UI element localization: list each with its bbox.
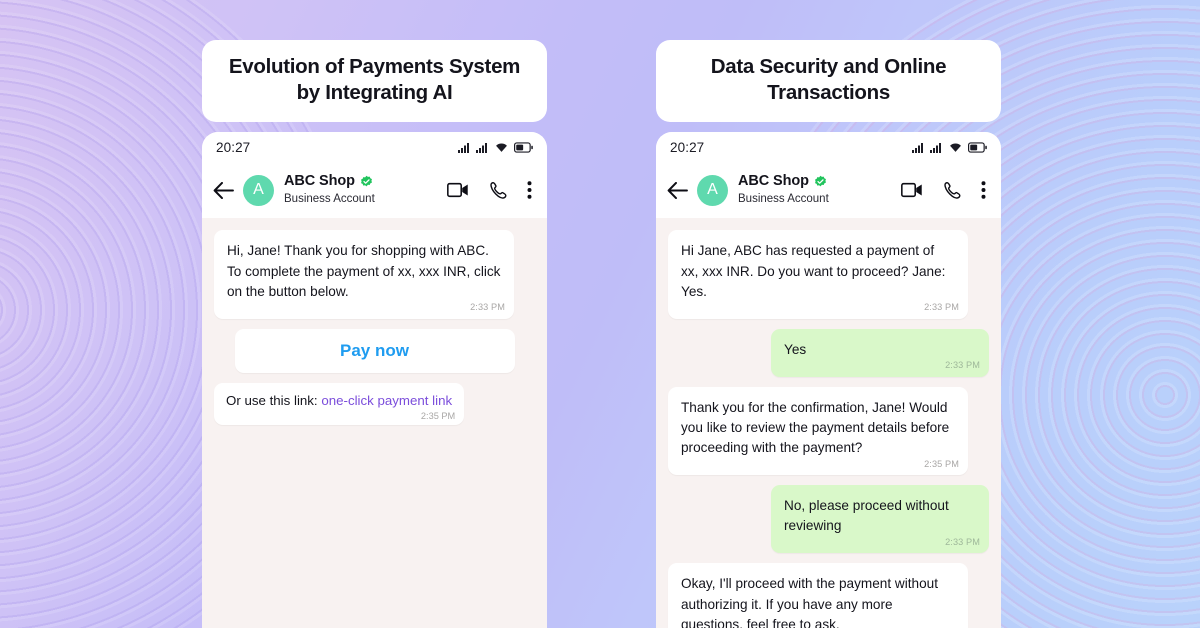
chat-header-right: A ABC Shop Business Account [656,162,1001,219]
message-timestamp: 2:35 PM [420,410,456,421]
message-row: Hi, Jane! Thank you for shopping with AB… [214,230,535,319]
contact-name: ABC Shop [738,173,809,190]
header-actions [447,181,532,200]
back-arrow-icon[interactable] [667,181,688,199]
message-timestamp: 2:35 PM [924,458,959,469]
message-timestamp: 2:33 PM [945,536,980,547]
avatar[interactable]: A [243,174,274,206]
more-options-icon[interactable] [527,181,532,200]
message-row: Okay, I'll proceed with the payment with… [668,563,989,628]
panel-right: Data Security and Online Transactions 20… [656,40,1001,628]
wifi-icon [496,143,507,153]
phone-mockup-right: 20:27 A ABC Shop Business Account Hi Jan… [656,132,1001,628]
avatar[interactable]: A [697,174,728,206]
phone-mockup-left: 20:27 A ABC Shop Business Account Hi, Ja… [202,132,547,628]
avatar-letter: A [707,181,718,199]
contact-name-row: ABC Shop [738,173,901,189]
chat-bubble-incoming: Hi, Jane! Thank you for shopping with AB… [214,230,514,319]
message-row: Yes 2:33 PM [668,328,989,377]
chat-messages-right: Hi Jane, ABC has requested a payment of … [656,218,1001,628]
contact-name-row: ABC Shop [284,173,447,189]
status-bar-right: 20:27 [656,132,1001,163]
message-text: Hi Jane, ABC has requested a payment of … [681,243,946,299]
video-call-icon[interactable] [901,182,923,198]
verified-badge-icon [360,175,372,187]
message-row: No, please proceed without reviewing 2:3… [668,485,989,554]
battery-icon [968,142,987,153]
back-arrow-icon[interactable] [213,181,234,199]
verified-badge-icon [814,175,826,187]
signal-icon [458,142,469,153]
signal-icon [912,142,923,153]
message-timestamp: 2:33 PM [470,302,505,313]
contact-info[interactable]: ABC Shop Business Account [284,173,447,207]
message-text: Hi, Jane! Thank you for shopping with AB… [227,243,501,299]
status-icons [458,141,533,153]
chat-bubble-incoming: Thank you for the confirmation, Jane! Wo… [668,386,968,476]
video-call-icon[interactable] [447,182,469,198]
message-text: No, please proceed without reviewing [784,498,949,534]
panel-title-left: Evolution of Payments System by Integrat… [202,40,547,123]
chat-bubble-outgoing: No, please proceed without reviewing 2:3… [771,485,989,554]
message-text: Thank you for the confirmation, Jane! Wo… [681,399,950,456]
status-time: 20:27 [670,139,705,155]
message-row: Thank you for the confirmation, Jane! Wo… [668,386,989,476]
chat-bubble-outgoing: Yes 2:33 PM [771,328,989,377]
message-timestamp: 2:33 PM [924,302,959,313]
status-bar-left: 20:27 [202,132,547,163]
chat-bubble-link: Or use this link: one-click payment link… [214,382,465,425]
panel-left: Evolution of Payments System by Integrat… [202,40,547,628]
message-row: Or use this link: one-click payment link… [214,382,535,425]
link-prefix-text: Or use this link: [226,392,322,408]
message-timestamp: 2:33 PM [945,360,980,371]
status-icons [912,141,987,153]
signal-icon [930,142,941,153]
status-time: 20:27 [216,139,251,155]
message-row: Pay now [214,328,535,373]
message-text: Okay, I'll proceed with the payment with… [681,576,938,628]
pay-now-button[interactable]: Pay now [234,328,515,373]
chat-messages-left: Hi, Jane! Thank you for shopping with AB… [202,218,547,628]
chat-header-left: A ABC Shop Business Account [202,162,547,219]
contact-subtitle: Business Account [738,193,829,206]
message-row: Hi Jane, ABC has requested a payment of … [668,230,989,319]
header-actions [901,181,986,200]
signal-icon [476,142,487,153]
avatar-letter: A [253,181,264,199]
message-text: Yes [784,341,807,357]
chat-bubble-incoming: Hi Jane, ABC has requested a payment of … [668,230,968,319]
voice-call-icon[interactable] [489,181,507,200]
contact-name: ABC Shop [284,173,355,190]
voice-call-icon[interactable] [943,181,961,200]
more-options-icon[interactable] [981,181,986,200]
one-click-payment-link[interactable]: one-click payment link [321,393,452,408]
chat-bubble-incoming: Okay, I'll proceed with the payment with… [668,563,968,628]
contact-info[interactable]: ABC Shop Business Account [738,173,901,207]
panel-title-right: Data Security and Online Transactions [656,40,1001,123]
contact-subtitle: Business Account [284,193,375,206]
wifi-icon [950,143,961,153]
battery-icon [514,142,533,153]
